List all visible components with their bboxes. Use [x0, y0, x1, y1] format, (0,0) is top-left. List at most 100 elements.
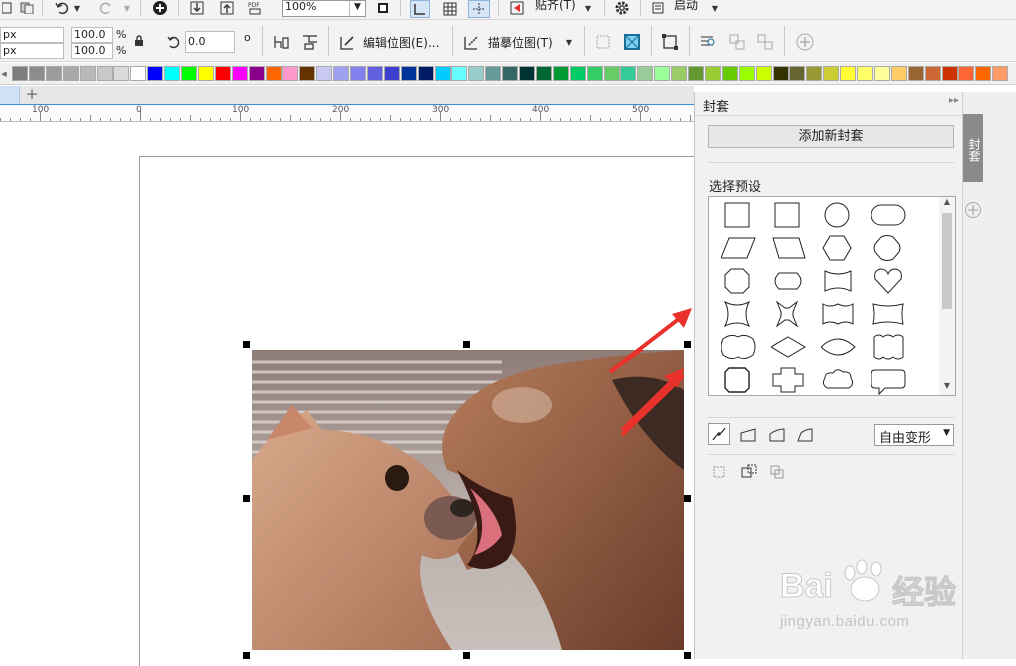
- hexagon-preset[interactable]: [821, 232, 857, 264]
- color-swatch[interactable]: [569, 66, 586, 81]
- color-swatch[interactable]: [248, 66, 265, 81]
- color-swatch[interactable]: [12, 66, 28, 81]
- edit-bitmap-button[interactable]: 编辑位图(E)...: [363, 34, 439, 51]
- undo-dropdown-icon[interactable]: ▼: [72, 0, 82, 16]
- rotation-field[interactable]: 0.0: [185, 31, 235, 53]
- selection-handle[interactable]: [463, 652, 470, 659]
- color-swatch[interactable]: [958, 66, 975, 81]
- drawing-canvas[interactable]: [0, 122, 699, 666]
- cross-preset[interactable]: [771, 364, 807, 396]
- edit-bitmap-icon[interactable]: [338, 32, 358, 52]
- palette-scroll-icon[interactable]: ◀: [0, 66, 8, 81]
- octagon-badge-preset[interactable]: [721, 364, 757, 396]
- color-swatch[interactable]: [366, 66, 383, 81]
- show-grid-icon[interactable]: [440, 0, 460, 18]
- color-swatch[interactable]: [502, 66, 519, 81]
- add-page-icon[interactable]: +: [24, 86, 40, 104]
- preset-scrollbar[interactable]: ▲ ▼: [939, 197, 955, 395]
- octagon-preset[interactable]: [721, 265, 757, 297]
- speech-bubble-preset[interactable]: [871, 364, 907, 396]
- trace-bitmap-icon[interactable]: [462, 32, 482, 52]
- selection-handle[interactable]: [243, 341, 250, 348]
- color-swatch[interactable]: [468, 66, 485, 81]
- selection-handle[interactable]: [684, 652, 691, 659]
- color-swatch[interactable]: [164, 66, 181, 81]
- square-preset[interactable]: [771, 199, 807, 231]
- color-swatch[interactable]: [620, 66, 637, 81]
- color-swatch[interactable]: [789, 66, 806, 81]
- color-swatch[interactable]: [535, 66, 552, 81]
- wave-preset[interactable]: [821, 265, 857, 297]
- import-icon[interactable]: [188, 0, 206, 16]
- color-swatch[interactable]: [688, 66, 704, 81]
- mapping-mode-dropdown[interactable]: 自由变形 ▼: [874, 424, 954, 446]
- heart-preset[interactable]: [871, 265, 907, 297]
- color-swatch[interactable]: [890, 66, 907, 81]
- copy-icon[interactable]: [18, 0, 36, 16]
- color-swatch[interactable]: [350, 66, 366, 81]
- scalloped-preset[interactable]: [871, 331, 907, 363]
- selection-handle[interactable]: [684, 495, 691, 502]
- width-field[interactable]: px: [0, 27, 64, 43]
- color-swatch[interactable]: [806, 66, 823, 81]
- trapezoid-preset[interactable]: [771, 232, 807, 264]
- diamond-preset[interactable]: [771, 331, 807, 363]
- gear-icon[interactable]: [612, 0, 632, 16]
- show-guidelines-icon[interactable]: [468, 0, 490, 18]
- trace-bitmap-button[interactable]: 描摹位图(T): [488, 34, 553, 51]
- circle-preset[interactable]: [821, 199, 857, 231]
- color-swatch[interactable]: [941, 66, 958, 81]
- scroll-thumb[interactable]: [942, 213, 952, 309]
- pillow-preset[interactable]: [871, 298, 907, 330]
- envelope-side-tab[interactable]: 封套: [963, 114, 983, 182]
- color-swatch[interactable]: [316, 66, 333, 81]
- color-swatch[interactable]: [231, 66, 248, 81]
- color-swatch[interactable]: [383, 66, 400, 81]
- color-swatch[interactable]: [654, 66, 671, 81]
- color-swatch[interactable]: [671, 66, 688, 81]
- bracket-preset[interactable]: [821, 298, 857, 330]
- bounding-box-icon[interactable]: [659, 32, 681, 52]
- height-field[interactable]: px: [0, 43, 64, 59]
- redo-dropdown-icon[interactable]: ▼: [122, 0, 132, 16]
- scale-x-field[interactable]: 100.0: [71, 27, 113, 43]
- color-swatch[interactable]: [62, 66, 79, 81]
- chevron-down-icon[interactable]: ▼: [710, 0, 720, 16]
- selection-handle[interactable]: [243, 652, 250, 659]
- cloud-preset[interactable]: [821, 364, 857, 396]
- corel-connect-icon[interactable]: [150, 0, 170, 16]
- color-swatch[interactable]: [96, 66, 113, 81]
- color-swatch[interactable]: [721, 66, 738, 81]
- color-swatch[interactable]: [857, 66, 873, 81]
- add-icon[interactable]: [794, 32, 816, 52]
- full-screen-preview-icon[interactable]: [374, 0, 392, 16]
- add-docker-icon[interactable]: [963, 200, 983, 220]
- redo-icon[interactable]: [98, 0, 114, 16]
- lens-preset[interactable]: [821, 331, 857, 363]
- selection-handle[interactable]: [243, 495, 250, 502]
- concave-star-preset[interactable]: [771, 298, 807, 330]
- scale-y-field[interactable]: 100.0: [71, 43, 113, 59]
- undo-icon[interactable]: [54, 0, 70, 16]
- publish-pdf-icon[interactable]: PDF: [246, 0, 264, 16]
- add-new-envelope-button[interactable]: 添加新封套: [708, 125, 954, 148]
- color-swatch[interactable]: [333, 66, 350, 81]
- color-swatch[interactable]: [79, 66, 96, 81]
- launch-icon[interactable]: [650, 0, 666, 16]
- scroll-up-icon[interactable]: ▲: [939, 197, 955, 211]
- color-swatch[interactable]: [738, 66, 755, 81]
- lock-ratio-icon[interactable]: [133, 34, 145, 48]
- color-swatch[interactable]: [603, 66, 620, 81]
- color-swatch[interactable]: [519, 66, 535, 81]
- mirror-horizontal-icon[interactable]: [272, 32, 292, 52]
- color-swatch[interactable]: [924, 66, 941, 81]
- color-swatch[interactable]: [637, 66, 654, 81]
- docker-expand-icon[interactable]: ▸▸: [949, 95, 959, 106]
- color-swatch[interactable]: [975, 66, 992, 81]
- color-swatch[interactable]: [586, 66, 603, 81]
- save-icon[interactable]: [0, 0, 14, 16]
- double-arc-mode-icon[interactable]: [795, 425, 815, 445]
- rounded-oval-preset[interactable]: [871, 199, 907, 231]
- launch-label[interactable]: 启动: [674, 0, 698, 13]
- color-swatch[interactable]: [147, 66, 164, 81]
